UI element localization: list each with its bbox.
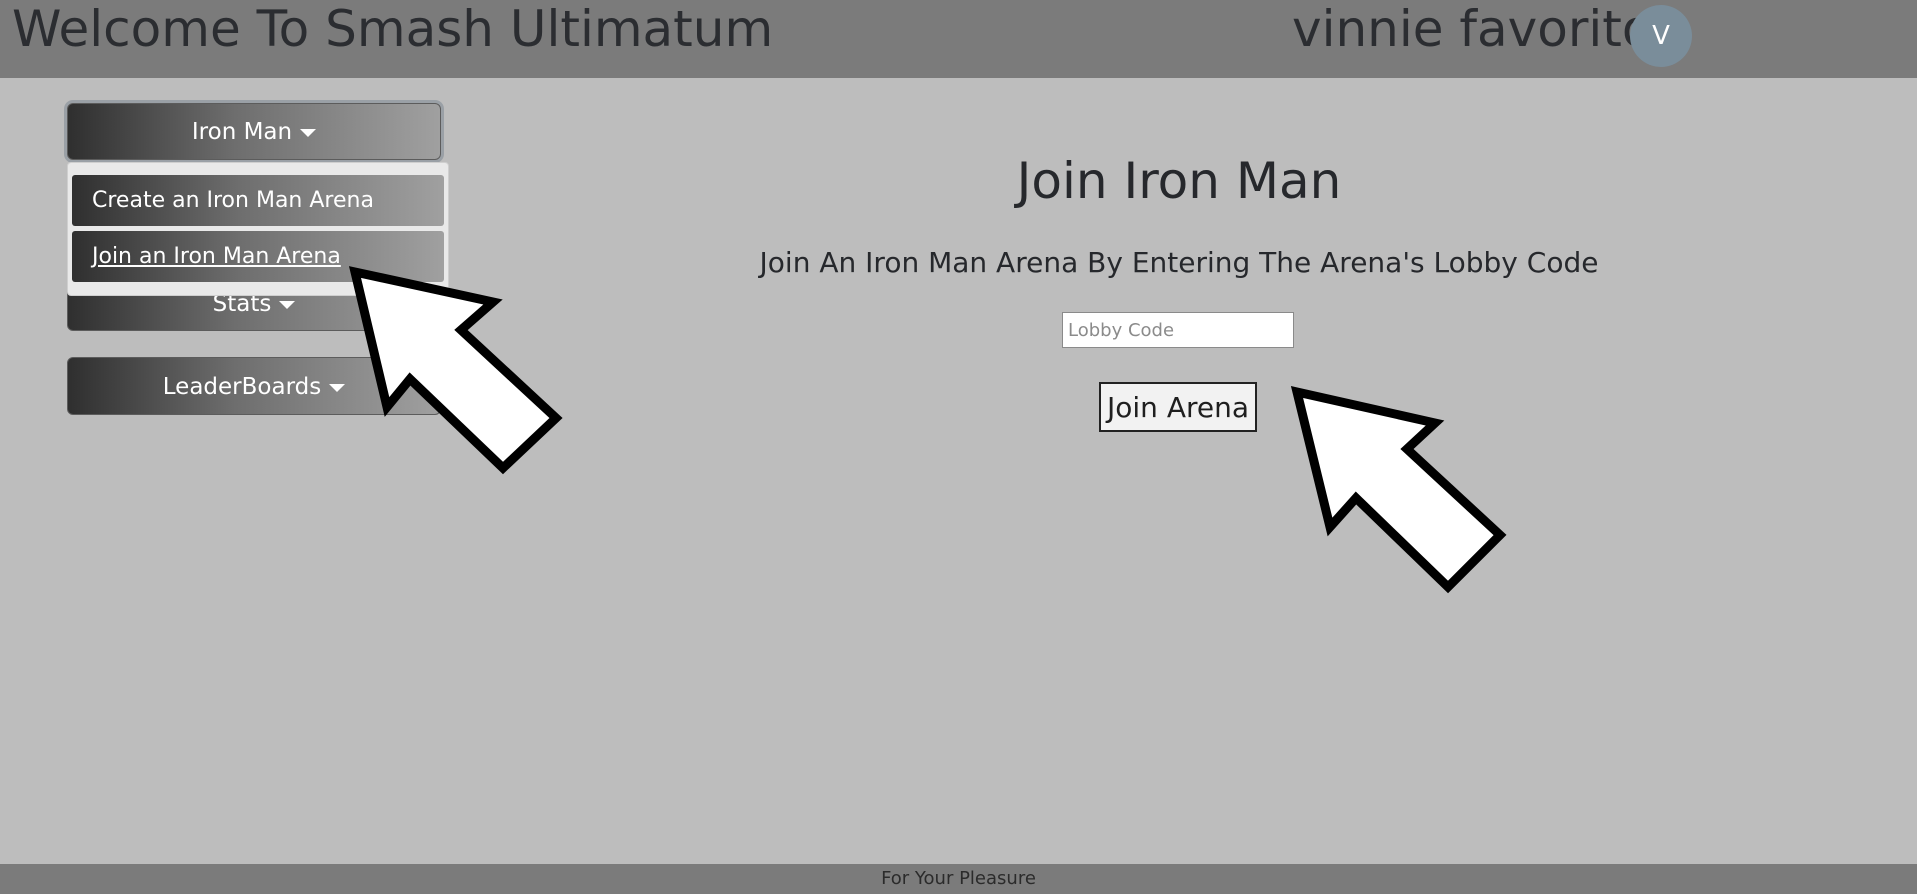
- join-arena-button[interactable]: Join Arena: [1099, 382, 1257, 432]
- caret-down-icon: [279, 300, 296, 309]
- top-bar: Welcome To Smash Ultimatum vinnie favori…: [0, 0, 1917, 78]
- avatar[interactable]: V: [1630, 5, 1692, 67]
- arrow-pointer-icon: [1290, 386, 1507, 594]
- create-ironman-arena-item[interactable]: Create an Iron Man Arena: [72, 175, 444, 226]
- caret-down-icon: [329, 383, 346, 392]
- username: vinnie favorito: [1292, 0, 1653, 58]
- ironman-dropdown-button[interactable]: Iron Man: [67, 103, 441, 160]
- page-subtitle: Join An Iron Man Arena By Entering The A…: [759, 246, 1599, 279]
- leaderboards-label: LeaderBoards: [162, 374, 322, 400]
- app-title: Welcome To Smash Ultimatum: [12, 0, 774, 58]
- footer-text: For Your Pleasure: [881, 868, 1036, 889]
- arrow-pointer-icon: [348, 266, 563, 475]
- caret-down-icon: [300, 128, 317, 137]
- ironman-label: Iron Man: [191, 119, 293, 145]
- lobby-code-input[interactable]: [1062, 312, 1294, 348]
- footer: For Your Pleasure: [0, 864, 1917, 894]
- page-title: Join Iron Man: [1016, 152, 1342, 210]
